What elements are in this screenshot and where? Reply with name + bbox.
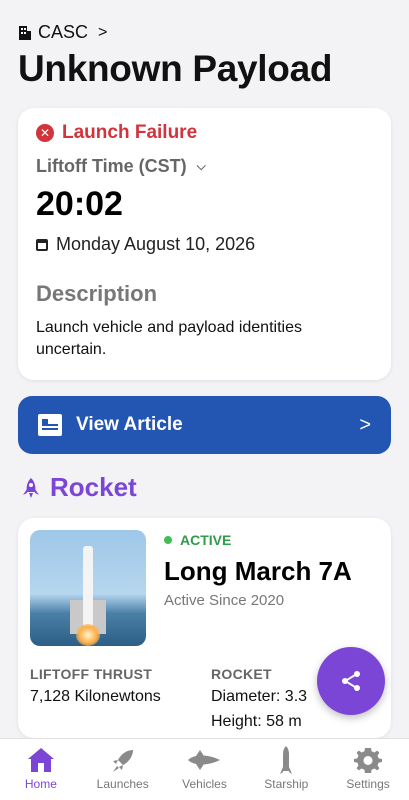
- chevron-down-icon: ⌵: [196, 159, 206, 173]
- rocket-icon: [23, 477, 39, 498]
- nav-item-vehicles[interactable]: Vehicles: [164, 739, 246, 800]
- shuttle-icon: [186, 745, 222, 775]
- nav-item-launches[interactable]: Launches: [82, 739, 164, 800]
- gear-icon: [354, 745, 383, 775]
- share-button[interactable]: [317, 647, 385, 715]
- rocket-section-heading: Rocket: [22, 472, 137, 503]
- rocket-active-since: Active Since 2020: [164, 592, 285, 609]
- description-text: Launch vehicle and payload identities un…: [36, 319, 302, 358]
- chevron-right-icon: >: [359, 413, 371, 436]
- nav-item-home[interactable]: Home: [0, 739, 82, 800]
- nav-item-starship[interactable]: Starship: [245, 739, 327, 800]
- breadcrumb[interactable]: CASC >: [18, 22, 107, 43]
- rocket-name: Long March 7A: [164, 556, 352, 586]
- rocket-image: [30, 530, 146, 646]
- error-icon: ✕: [36, 124, 54, 142]
- rocket-icon: [109, 745, 137, 775]
- launch-status-label: Launch Failure: [62, 122, 198, 143]
- liftoff-time: 20:02: [36, 185, 123, 223]
- status-dot-icon: [164, 536, 172, 544]
- launch-date-label: Monday August 10, 2026: [56, 234, 256, 254]
- rocket-diameter: Diameter: 3.3: [211, 688, 308, 705]
- nav-label-starship: Starship: [264, 777, 309, 791]
- rocket-specs-label: ROCKET: [211, 666, 272, 682]
- description-heading: Description: [36, 281, 158, 306]
- liftoff-thrust-value: 7,128 Kilonewtons: [30, 688, 161, 705]
- view-article-button[interactable]: View Article >: [18, 396, 391, 454]
- calendar-icon: [36, 238, 48, 251]
- article-icon: [38, 414, 62, 436]
- launch-date: Monday August 10, 2026: [36, 234, 373, 255]
- nav-item-settings[interactable]: Settings: [327, 739, 409, 800]
- page-title: Unknown Payload: [18, 48, 333, 89]
- rocket-status-label: ACTIVE: [180, 532, 232, 548]
- liftoff-time-label: Liftoff Time (CST): [36, 156, 187, 176]
- nav-label-settings: Settings: [346, 777, 390, 791]
- view-article-label: View Article: [76, 414, 183, 435]
- header: CASC > Unknown Payload: [0, 0, 409, 104]
- building-icon: [19, 25, 31, 40]
- home-icon: [26, 745, 56, 775]
- starship-icon: [279, 745, 293, 775]
- liftoff-thrust-label: LIFTOFF THRUST: [30, 666, 153, 682]
- nav-label-vehicles: Vehicles: [182, 777, 227, 791]
- bottom-nav: Home Launches Vehicles Starship Settings: [0, 738, 409, 800]
- share-icon: [342, 671, 360, 691]
- liftoff-time-selector[interactable]: Liftoff Time (CST) ⌵: [36, 156, 373, 177]
- launch-status: ✕ Launch Failure: [36, 122, 373, 144]
- nav-label-launches: Launches: [96, 777, 149, 791]
- chevron-right-icon: >: [98, 23, 108, 41]
- rocket-heading-label: Rocket: [50, 472, 137, 502]
- rocket-status-badge: ACTIVE: [164, 532, 231, 548]
- rocket-height: Height: 58 m: [211, 713, 302, 730]
- launch-card: ✕ Launch Failure Liftoff Time (CST) ⌵ 20…: [18, 108, 391, 380]
- nav-label-home: Home: [24, 777, 57, 791]
- breadcrumb-label[interactable]: CASC: [38, 22, 88, 43]
